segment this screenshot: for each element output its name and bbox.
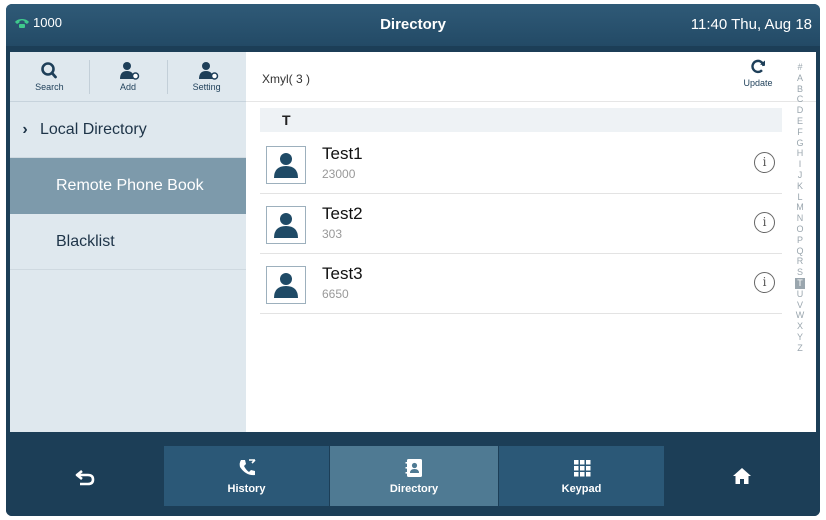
add-label: Add — [120, 82, 137, 92]
contact-avatar-icon — [274, 213, 298, 238]
avatar — [266, 206, 306, 244]
tab-history[interactable]: History — [164, 446, 329, 506]
sidebar: Search Add Setting › Local Directory Rem… — [10, 52, 246, 432]
alphabet-letter[interactable]: N — [795, 213, 805, 224]
alphabet-letter[interactable]: X — [795, 321, 805, 332]
phonebook-title: Xmyl( 3 ) — [262, 72, 310, 86]
contact-name: Test1 — [322, 144, 363, 163]
directory-toolbar: Search Add Setting — [10, 52, 246, 102]
contact-row[interactable]: Test2 303 i — [260, 194, 782, 254]
contact-row[interactable]: Test1 23000 i — [260, 134, 782, 194]
info-icon[interactable]: i — [754, 152, 775, 173]
alphabet-letter[interactable]: I — [795, 159, 805, 170]
alphabet-letter[interactable]: Q — [795, 246, 805, 257]
call-history-icon — [239, 459, 256, 476]
alphabet-letter[interactable]: E — [795, 116, 805, 127]
tab-directory[interactable]: Directory — [330, 446, 498, 506]
sidebar-item-blacklist[interactable]: Blacklist — [10, 214, 246, 270]
alphabet-letter[interactable]: K — [795, 181, 805, 192]
history-label: History — [227, 483, 266, 495]
home-button[interactable] — [664, 446, 820, 506]
list-header: Xmyl( 3 ) Update — [246, 52, 816, 102]
alphabet-letter[interactable]: F — [795, 127, 805, 138]
alphabet-letter[interactable]: A — [795, 73, 805, 84]
alphabet-letter[interactable]: B — [795, 84, 805, 95]
alphabet-letter[interactable]: D — [795, 105, 805, 116]
contact-setting-icon — [198, 62, 218, 80]
alphabet-letter[interactable]: V — [795, 300, 805, 311]
alphabet-letter[interactable]: O — [795, 224, 805, 235]
refresh-icon — [751, 59, 765, 74]
setting-button[interactable]: Setting — [167, 52, 246, 101]
alphabet-letter[interactable]: T — [795, 277, 805, 289]
alphabet-letter[interactable]: M — [795, 202, 805, 213]
search-button[interactable]: Search — [10, 52, 89, 101]
alphabet-letter[interactable]: P — [795, 235, 805, 246]
alphabet-letter[interactable]: H — [795, 148, 805, 159]
avatar — [266, 146, 306, 184]
contact-number: 6650 — [322, 287, 349, 301]
alphabet-letter[interactable]: # — [795, 62, 805, 73]
contact-number: 23000 — [322, 167, 356, 181]
info-icon[interactable]: i — [754, 272, 775, 293]
bottom-softkeys: History Directory Keypad — [6, 436, 820, 516]
section-header: T — [260, 108, 782, 132]
add-contact-icon — [120, 62, 140, 80]
avatar — [266, 266, 306, 304]
alphabet-letter[interactable]: S — [795, 267, 805, 278]
contact-avatar-icon — [274, 273, 298, 298]
directory-icon — [405, 459, 422, 477]
contact-name: Test3 — [322, 264, 363, 283]
keypad-icon — [573, 460, 590, 477]
chevron-right-icon: › — [22, 120, 28, 138]
contact-name: Test2 — [322, 204, 363, 223]
alphabet-letter[interactable]: R — [795, 256, 805, 267]
status-bar: 1000 Directory 11:40 Thu, Aug 18 — [6, 4, 820, 46]
alphabet-letter[interactable]: L — [795, 192, 805, 203]
alphabet-letter[interactable]: J — [795, 170, 805, 181]
home-icon — [733, 468, 751, 484]
alphabet-letter[interactable]: G — [795, 138, 805, 149]
search-label: Search — [35, 82, 64, 92]
alphabet-index[interactable]: # A B C D E F G H I J K L M N O P Q R S T U V W X Y Z — [792, 62, 808, 354]
sidebar-item-remote-phone-book[interactable]: Remote Phone Book — [10, 158, 246, 214]
setting-label: Setting — [192, 82, 221, 92]
contact-row[interactable]: Test3 6650 i — [260, 254, 782, 314]
back-arrow-icon — [75, 469, 95, 486]
search-icon — [41, 62, 58, 79]
directory-label: Directory — [389, 483, 439, 495]
sidebar-item-local-directory[interactable]: › Local Directory — [10, 102, 246, 158]
alphabet-letter[interactable]: Y — [795, 332, 805, 343]
info-icon[interactable]: i — [754, 212, 775, 233]
phone-screen: 1000 Directory 11:40 Thu, Aug 18 Search … — [6, 4, 820, 516]
sidebar-item-label: Local Directory — [40, 120, 147, 138]
date-time: 11:40 Thu, Aug 18 — [690, 16, 812, 33]
contact-number: 303 — [322, 227, 343, 241]
alphabet-letter[interactable]: U — [795, 289, 805, 300]
back-button[interactable] — [6, 446, 164, 506]
add-button[interactable]: Add — [88, 52, 168, 101]
tab-keypad[interactable]: Keypad — [499, 446, 664, 506]
contact-list-panel: Xmyl( 3 ) Update T Test1 23000 i Test2 3… — [246, 52, 816, 432]
alphabet-letter[interactable]: C — [795, 94, 805, 105]
keypad-label: Keypad — [561, 483, 602, 495]
alphabet-letter[interactable]: Z — [795, 343, 805, 354]
sidebar-item-label: Remote Phone Book — [56, 176, 204, 194]
contact-avatar-icon — [274, 153, 298, 178]
update-button[interactable]: Update — [738, 58, 778, 88]
sidebar-item-label: Blacklist — [56, 232, 115, 250]
alphabet-letter[interactable]: W — [795, 310, 805, 321]
update-label: Update — [743, 78, 773, 88]
